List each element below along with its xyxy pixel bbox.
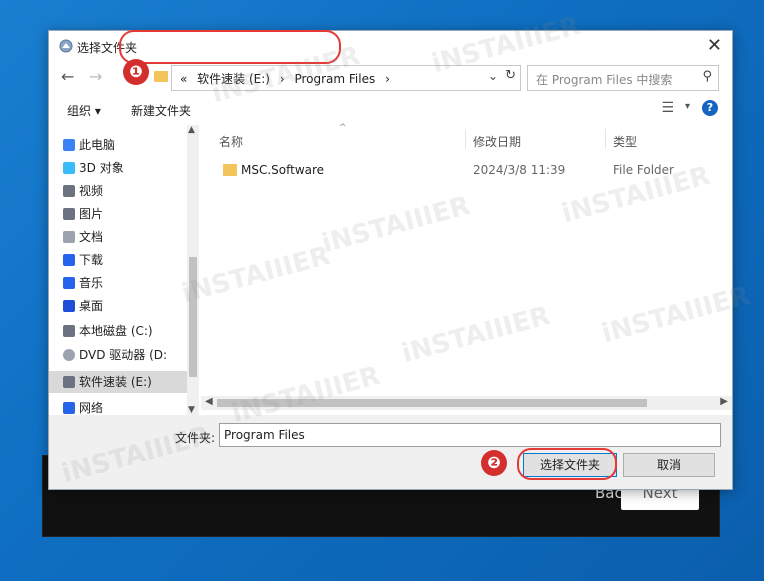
folder-icon [154, 71, 168, 82]
drive-icon [63, 376, 75, 388]
sidebar-item-music[interactable]: 音乐 [63, 273, 103, 293]
dialog-footer: 文件夹: Program Files 选择文件夹 取消 [49, 415, 732, 489]
sidebar-scrollbar[interactable]: ▲ ▼ [187, 125, 199, 415]
sidebar-item-desktop[interactable]: 桌面 [63, 296, 103, 316]
picture-icon [63, 208, 75, 220]
sidebar-item-local-disk-c[interactable]: 本地磁盘 (C:) [63, 321, 153, 341]
back-arrow-icon[interactable]: ← [61, 67, 74, 86]
music-icon [63, 277, 75, 289]
breadcrumb-program-files[interactable]: Program Files [294, 72, 375, 86]
desktop-icon [63, 300, 75, 312]
help-icon[interactable]: ? [702, 100, 718, 116]
search-input[interactable]: 在 Program Files 中搜索 [536, 71, 672, 88]
folder-input[interactable]: Program Files [219, 423, 721, 447]
file-date: 2024/3/8 11:39 [473, 163, 566, 177]
close-icon[interactable]: ✕ [707, 35, 722, 56]
command-bar: 组织 ▾ 新建文件夹 ☰ ▾ ? [49, 95, 732, 123]
sidebar-item-3d-objects[interactable]: 3D 对象 [63, 158, 124, 178]
breadcrumb-drive[interactable]: 软件速装 (E:) [197, 72, 270, 86]
file-list: 名称 ^ 修改日期 类型 MSC.Software 2024/3/8 11:39… [201, 123, 732, 466]
forward-arrow-icon[interactable]: → [89, 67, 102, 86]
column-header-name[interactable]: 名称 [219, 133, 243, 150]
folder-field-label: 文件夹: [175, 431, 216, 445]
sort-ascending-icon: ^ [339, 123, 347, 133]
column-divider[interactable] [605, 129, 606, 149]
refresh-icon[interactable]: ↻ [505, 68, 516, 83]
network-icon [63, 402, 75, 414]
new-folder-button[interactable]: 新建文件夹 [131, 102, 191, 119]
cancel-button[interactable]: 取消 [623, 453, 715, 477]
scroll-right-icon[interactable]: ▶ [720, 396, 728, 407]
file-name: MSC.Software [241, 163, 325, 177]
sidebar-item-videos[interactable]: 视频 [63, 181, 103, 201]
breadcrumb-prefix[interactable]: « [180, 72, 187, 86]
select-button-highlight [517, 448, 617, 480]
document-icon [63, 231, 75, 243]
column-header-type[interactable]: 类型 [613, 133, 637, 150]
breadcrumb-sep: › [385, 72, 390, 86]
video-icon [63, 185, 75, 197]
sidebar-item-drive-e[interactable]: 软件速装 (E:) [63, 372, 152, 392]
search-box[interactable]: 在 Program Files 中搜索 ⚲ [527, 65, 719, 91]
horizontal-scroll-thumb[interactable] [217, 399, 647, 407]
view-dropdown-icon[interactable]: ▾ [685, 101, 690, 112]
sidebar-item-documents[interactable]: 文档 [63, 227, 103, 247]
organize-button[interactable]: 组织 ▾ [67, 102, 101, 119]
folder-icon [223, 164, 237, 176]
file-type: File Folder [613, 163, 674, 177]
step-2-badge: ❷ [481, 450, 507, 476]
view-options-icon[interactable]: ☰ [661, 100, 674, 116]
sidebar-item-this-pc[interactable]: 此电脑 [63, 135, 115, 155]
app-icon [59, 39, 73, 53]
computer-icon [63, 139, 75, 151]
table-row[interactable]: MSC.Software 2024/3/8 11:39 File Folder [219, 161, 719, 181]
scroll-down-icon[interactable]: ▼ [188, 405, 195, 415]
column-header-date[interactable]: 修改日期 [473, 133, 521, 150]
address-bar[interactable]: « 软件速装 (E:) › Program Files › ⌄ ↻ [154, 65, 521, 91]
navigation-bar: ← → ↑ « 软件速装 (E:) › Program Files › ⌄ ↻ … [49, 63, 732, 93]
search-icon[interactable]: ⚲ [702, 69, 712, 84]
address-bar-highlight [119, 30, 341, 64]
download-icon [63, 254, 75, 266]
sidebar-item-dvd-drive[interactable]: DVD 驱动器 (D: [63, 345, 167, 365]
dvd-icon [63, 349, 75, 361]
navigation-pane: 此电脑 3D 对象 视频 图片 文档 下载 音乐 桌面 本地磁盘 (C:) DV… [49, 125, 199, 415]
scroll-left-icon[interactable]: ◀ [205, 396, 213, 407]
select-folder-dialog: 选择文件夹 ✕ ← → ↑ « 软件速装 (E:) › Program File… [48, 30, 733, 490]
cube-icon [63, 162, 75, 174]
sidebar-item-network[interactable]: 网络 [63, 398, 103, 415]
drive-icon [63, 325, 75, 337]
chevron-down-icon[interactable]: ⌄ [488, 69, 498, 83]
breadcrumb-sep: › [279, 72, 285, 86]
scroll-up-icon[interactable]: ▲ [188, 125, 195, 135]
sidebar-item-downloads[interactable]: 下载 [63, 250, 103, 270]
step-1-badge: ❶ [123, 59, 149, 85]
sidebar-scroll-thumb[interactable] [189, 257, 197, 377]
sidebar-item-pictures[interactable]: 图片 [63, 204, 103, 224]
breadcrumb[interactable]: « 软件速装 (E:) › Program Files › [180, 70, 396, 87]
column-divider[interactable] [465, 129, 466, 149]
horizontal-scrollbar[interactable]: ◀ ▶ [201, 396, 732, 410]
